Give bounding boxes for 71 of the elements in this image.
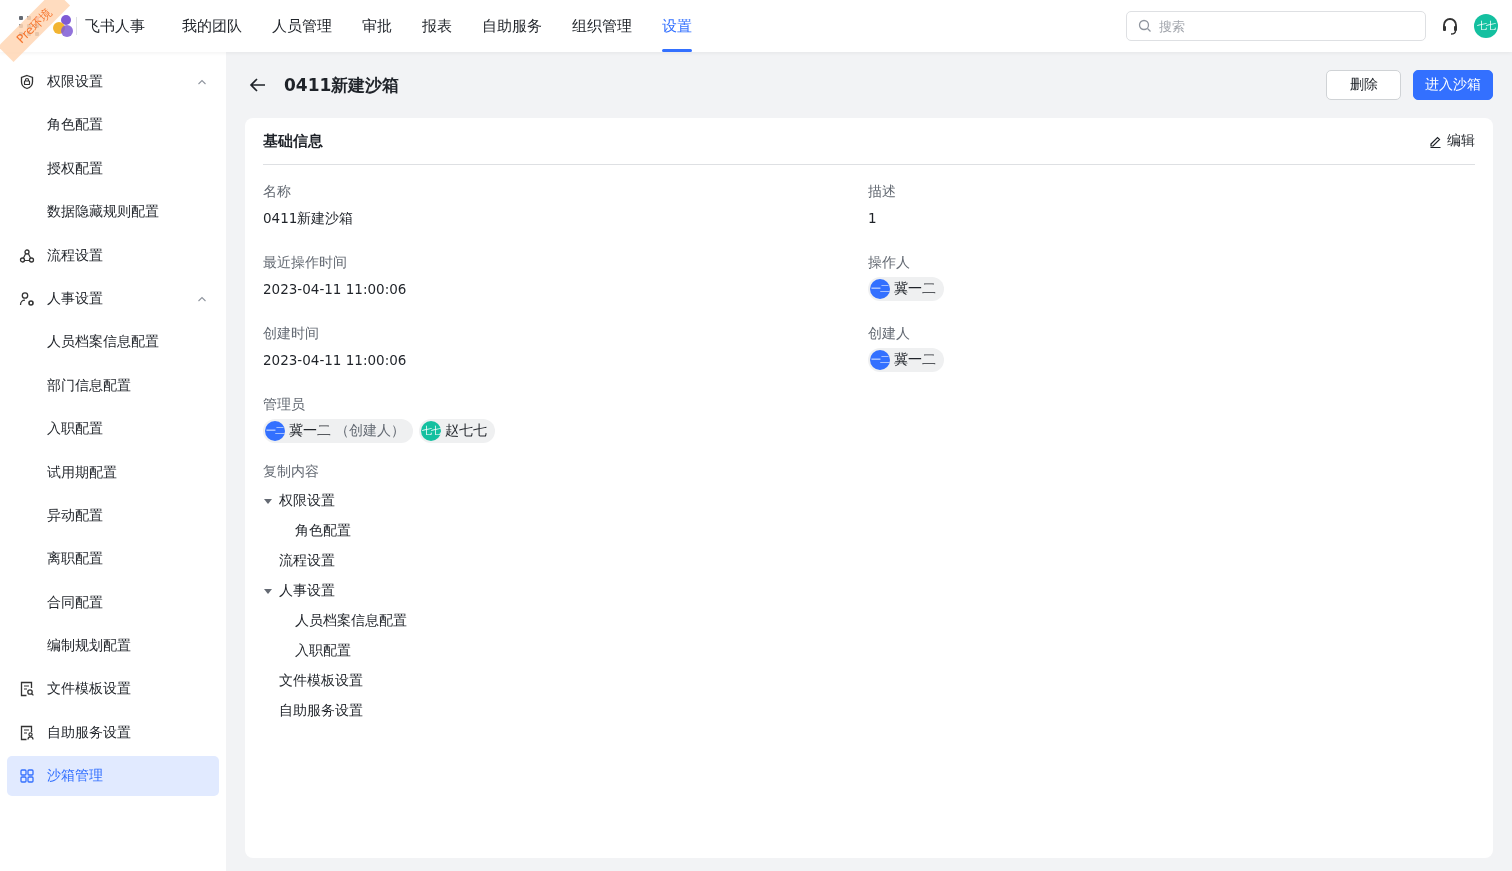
sidebar-item[interactable]: 合同配置 — [7, 582, 219, 623]
section-title: 基础信息 — [263, 131, 323, 151]
field-value: 2023-04-11 11:00:06 — [263, 351, 408, 370]
avatar: 七七 — [421, 421, 441, 441]
sidebar-item[interactable]: 流程设置 — [7, 235, 219, 276]
document-search-icon — [19, 681, 35, 698]
nav-tab[interactable]: 审批 — [347, 0, 407, 52]
headset-icon[interactable] — [1440, 16, 1460, 36]
triangle-icon[interactable] — [263, 586, 273, 596]
field-value: 0411新建沙箱 — [263, 209, 355, 228]
shield-lock-icon — [19, 74, 35, 90]
note-text: （创建人） — [335, 422, 405, 440]
sidebar-item[interactable]: 人事设置 — [7, 278, 219, 319]
sidebar-item[interactable]: 部门信息配置 — [7, 365, 219, 406]
sidebar-item[interactable]: 入职配置 — [7, 409, 219, 450]
tree-item: 角色配置 — [295, 522, 351, 540]
sidebar-item[interactable]: 数据隐藏规则配置 — [7, 192, 219, 233]
pencil-icon — [1429, 134, 1442, 148]
nav-tab[interactable]: 人员管理 — [257, 0, 347, 52]
field-label: 描述 — [868, 182, 897, 201]
nav-tab[interactable]: 我的团队 — [167, 0, 257, 52]
sidebar-item[interactable]: 自助服务设置 — [7, 712, 219, 753]
tree-item: 人事设置 — [279, 582, 335, 600]
nav-tab[interactable]: 报表 — [407, 0, 467, 52]
triangle-icon[interactable] — [263, 496, 273, 506]
nav-tab[interactable]: 自助服务 — [467, 0, 557, 52]
user-tag: 一二 冀一二 — [868, 277, 944, 301]
tree-item: 人员档案信息配置 — [295, 612, 407, 630]
field-label: 操作人 — [868, 253, 911, 272]
action-button[interactable]: 删除 — [1326, 70, 1401, 100]
page-title: 0411新建沙箱 — [284, 73, 400, 97]
field-value: 2023-04-11 11:00:06 — [263, 280, 408, 299]
document-person-icon — [19, 724, 35, 741]
field-label: 最近操作时间 — [263, 253, 348, 272]
avatar: 一二 — [870, 279, 890, 299]
sidebar-item[interactable]: 试用期配置 — [7, 452, 219, 493]
nav-tab[interactable]: 组织管理 — [557, 0, 647, 52]
tree-item: 入职配置 — [295, 642, 351, 660]
avatar: 一二 — [870, 350, 890, 370]
field-label: 创建人 — [868, 324, 911, 343]
search-icon — [1138, 19, 1152, 33]
nodes-icon — [19, 247, 35, 264]
sidebar-item[interactable]: 离职配置 — [7, 539, 219, 580]
sidebar-item[interactable]: 授权配置 — [7, 148, 219, 189]
sidebar-item[interactable]: 沙箱管理 — [7, 756, 219, 797]
field-label: 创建时间 — [263, 324, 320, 343]
field-value: 1 — [868, 209, 878, 228]
sidebar-item[interactable]: 角色配置 — [7, 105, 219, 146]
field-label: 名称 — [263, 182, 292, 201]
avatar: 一二 — [265, 421, 285, 441]
user-tag: 一二 冀一二 — [868, 348, 944, 372]
field-label: 管理员 — [263, 395, 306, 414]
search-field[interactable]: 搜索 — [1126, 11, 1426, 41]
person-gear-icon — [19, 290, 35, 307]
sidebar-item[interactable]: 文件模板设置 — [7, 669, 219, 710]
tree-item: 流程设置 — [279, 552, 335, 570]
primary-button[interactable]: 进入沙箱 — [1413, 70, 1493, 100]
sidebar-item[interactable]: 异动配置 — [7, 495, 219, 536]
user-tag: 七七 赵七七 — [419, 419, 495, 443]
tree-item: 自助服务设置 — [279, 702, 363, 720]
field-label: 复制内容 — [263, 462, 320, 481]
user-tag: 一二 冀一二 （创建人） — [263, 419, 413, 443]
app-name: 飞书人事 — [85, 16, 145, 36]
grid-icon — [19, 768, 35, 785]
nav-tab[interactable]: 设置 — [647, 0, 707, 52]
sidebar-item[interactable]: 编制规划配置 — [7, 626, 219, 667]
tree-item: 文件模板设置 — [279, 672, 363, 690]
edit-button[interactable]: 编辑 — [1429, 132, 1475, 150]
sidebar-item[interactable]: 人员档案信息配置 — [7, 322, 219, 363]
tree-item: 权限设置 — [279, 492, 335, 510]
sidebar-item[interactable]: 权限设置 — [7, 62, 219, 102]
